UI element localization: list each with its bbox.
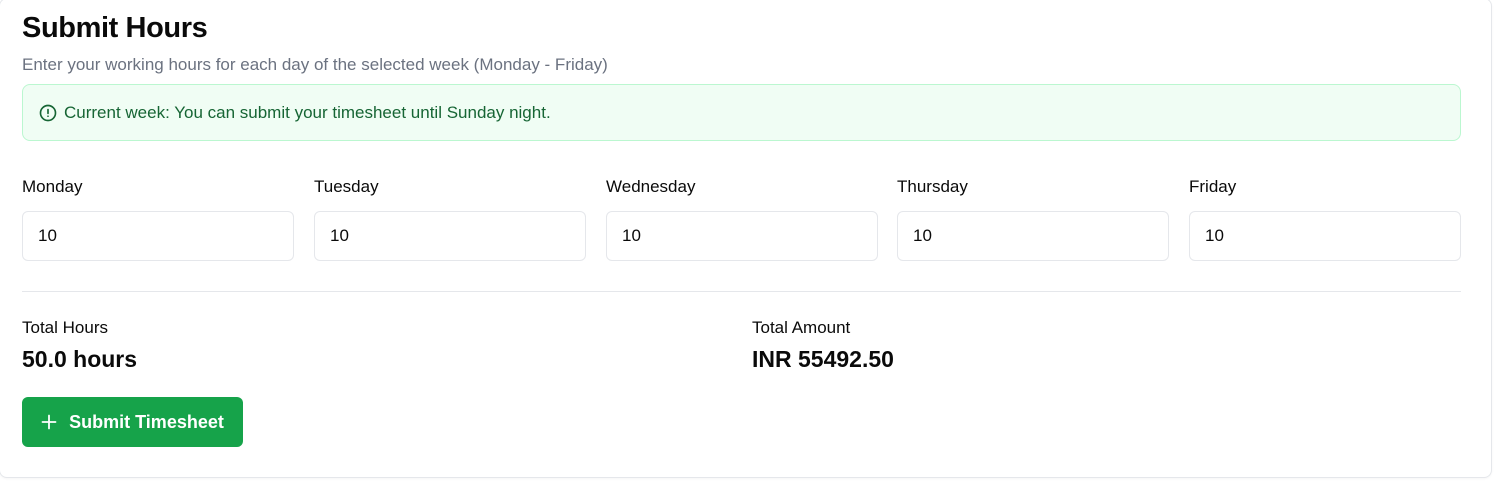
hours-input-monday[interactable] <box>22 211 294 261</box>
day-field-monday: Monday <box>22 176 294 261</box>
hours-input-friday[interactable] <box>1189 211 1461 261</box>
page-title: Submit Hours <box>22 12 208 44</box>
submit-timesheet-button[interactable]: Submit Timesheet <box>22 397 243 447</box>
total-hours-value: 50.0 hours <box>22 346 138 372</box>
total-amount-label: Total Amount <box>752 318 851 337</box>
submit-timesheet-label: Submit Timesheet <box>69 411 224 432</box>
day-field-thursday: Thursday <box>897 176 1169 261</box>
alert-circle-icon <box>39 104 57 122</box>
hours-input-wednesday[interactable] <box>606 211 878 261</box>
day-field-wednesday: Wednesday <box>606 176 878 261</box>
day-label-friday: Friday <box>1189 177 1237 196</box>
current-week-alert: Current week: You can submit your timesh… <box>22 84 1461 141</box>
alert-text: Current week: You can submit your timesh… <box>64 102 551 122</box>
day-label-thursday: Thursday <box>897 177 968 196</box>
section-divider <box>22 291 1461 292</box>
day-label-wednesday: Wednesday <box>606 177 696 196</box>
day-field-friday: Friday <box>1189 176 1461 261</box>
day-label-monday: Monday <box>22 177 83 196</box>
plus-icon <box>41 414 57 430</box>
day-label-tuesday: Tuesday <box>314 177 379 196</box>
hours-input-thursday[interactable] <box>897 211 1169 261</box>
page-subtitle: Enter your working hours for each day of… <box>22 55 608 74</box>
total-amount-value: INR 55492.50 <box>752 346 894 372</box>
day-field-tuesday: Tuesday <box>314 176 586 261</box>
hours-input-tuesday[interactable] <box>314 211 586 261</box>
total-hours-label: Total Hours <box>22 318 108 337</box>
